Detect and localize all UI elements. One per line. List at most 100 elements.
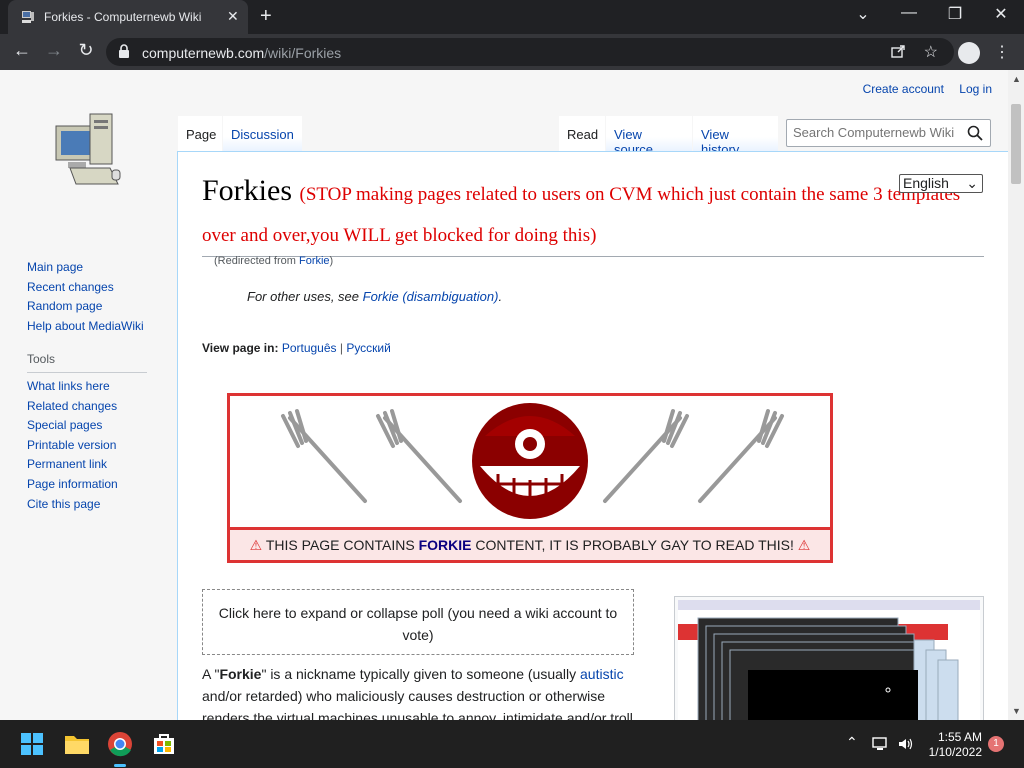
- hatnote-suffix: .: [498, 289, 503, 304]
- chrome-menu-icon[interactable]: ⋮: [994, 42, 1010, 62]
- view-in-label: View page in:: [202, 341, 279, 355]
- notification-badge[interactable]: 1: [988, 736, 1004, 752]
- sidebar-item-cite-this-page[interactable]: Cite this page: [27, 495, 147, 515]
- personal-tools: Create account Log in: [851, 82, 992, 96]
- browser-toolbar: ← → ↻ computernewb.com/wiki/Forkies ☆ ⋮: [0, 34, 1024, 70]
- new-tab-button[interactable]: +: [260, 5, 272, 28]
- sidebar-item-special-pages[interactable]: Special pages: [27, 416, 147, 436]
- sidebar-tools: What links here Related changes Special …: [27, 377, 147, 514]
- language-select-value: English: [903, 175, 949, 191]
- tab-view-history[interactable]: View history: [693, 116, 778, 157]
- back-arrow-icon[interactable]: ←: [10, 40, 34, 61]
- lang-link-portugues[interactable]: Português: [282, 341, 337, 355]
- scroll-up-icon[interactable]: ▲: [1012, 74, 1021, 84]
- sidebar-item-recent-changes[interactable]: Recent changes: [27, 278, 147, 298]
- content-area: Forkies (STOP making pages related to us…: [177, 151, 1008, 720]
- address-bar[interactable]: computernewb.com/wiki/Forkies ☆: [106, 38, 954, 66]
- page-scrollbar[interactable]: ▲ ▼: [1008, 70, 1024, 720]
- share-icon[interactable]: [890, 43, 906, 59]
- sidebar-item-permanent-link[interactable]: Permanent link: [27, 455, 147, 475]
- reload-icon[interactable]: ↻: [74, 40, 98, 61]
- page-title: Forkies (STOP making pages related to us…: [202, 172, 984, 257]
- bookmark-star-icon[interactable]: ☆: [924, 42, 938, 62]
- restore-button[interactable]: ❐: [940, 4, 970, 24]
- thumbnail-image: [678, 600, 980, 720]
- banner-forkie-link[interactable]: FORKIE: [419, 537, 472, 553]
- hatnote: For other uses, see Forkie (disambiguati…: [247, 289, 502, 304]
- poll-toggle[interactable]: Click here to expand or collapse poll (y…: [202, 589, 634, 655]
- sidebar-nav: Main page Recent changes Random page Hel…: [27, 258, 147, 336]
- intro-c: and/or retarded) who maliciously causes …: [202, 688, 633, 720]
- sidebar-item-random-page[interactable]: Random page: [27, 297, 147, 317]
- redirect-note: (Redirected from Forkie): [214, 255, 333, 267]
- sidebar-item-main-page[interactable]: Main page: [27, 258, 147, 278]
- sidebar-item-what-links-here[interactable]: What links here: [27, 377, 147, 397]
- profile-avatar-icon[interactable]: [958, 42, 980, 64]
- banner-text-after: CONTENT, IT IS PROBABLY GAY TO READ THIS…: [471, 537, 794, 553]
- windows-start-icon[interactable]: [16, 728, 48, 760]
- warning-triangle-icon: ⚠: [249, 537, 263, 553]
- url-text: computernewb.com/wiki/Forkies: [142, 45, 341, 61]
- redirect-prefix: (Redirected from: [214, 255, 299, 267]
- tab-discussion[interactable]: Discussion: [223, 116, 302, 151]
- sidebar-item-related-changes[interactable]: Related changes: [27, 397, 147, 417]
- intro-paragraph: A "Forkie" is a nickname typically given…: [202, 663, 642, 720]
- banner-text-before: THIS PAGE CONTAINS: [265, 537, 419, 553]
- chevron-down-icon: ⌄: [966, 175, 978, 191]
- volume-icon[interactable]: [897, 736, 913, 752]
- lang-link-russian[interactable]: Русский: [346, 341, 391, 355]
- sidebar-item-printable-version[interactable]: Printable version: [27, 436, 147, 456]
- clock-time: 1:55 AM: [937, 730, 982, 744]
- autistic-link[interactable]: autistic: [580, 666, 624, 682]
- tab-page[interactable]: Page: [178, 116, 222, 151]
- scrollbar-thumb[interactable]: [1011, 104, 1021, 184]
- sidebar-item-page-information[interactable]: Page information: [27, 475, 147, 495]
- intro-bold: Forkie: [219, 666, 262, 682]
- search-icon[interactable]: [967, 125, 983, 141]
- redirect-link[interactable]: Forkie: [299, 255, 330, 267]
- tools-heading: Tools: [27, 350, 147, 373]
- minimize-button[interactable]: —: [894, 4, 924, 22]
- tab-search-icon[interactable]: ⌄: [848, 4, 878, 24]
- page-title-text: Forkies: [202, 174, 292, 207]
- network-icon[interactable]: [872, 736, 890, 752]
- lock-icon: [119, 44, 129, 58]
- chrome-icon[interactable]: [104, 728, 136, 760]
- tab-read[interactable]: Read: [559, 116, 605, 151]
- scroll-down-icon[interactable]: ▼: [1012, 706, 1021, 716]
- warning-triangle-icon: ⚠: [797, 537, 811, 553]
- tab-title: Forkies - Computernewb Wiki: [44, 10, 202, 24]
- system-clock[interactable]: 1:55 AM 1/10/2022: [922, 730, 982, 760]
- sidebar-item-help[interactable]: Help about MediaWiki: [27, 317, 147, 337]
- store-icon[interactable]: [148, 728, 180, 760]
- sidebar: Main page Recent changes Random page Hel…: [27, 258, 147, 514]
- screenshot-thumbnail[interactable]: [674, 596, 984, 720]
- chevron-up-icon[interactable]: ⌃: [846, 734, 858, 751]
- close-window-button[interactable]: ✕: [986, 4, 1016, 24]
- title-warning: (STOP making pages related to users on C…: [202, 184, 961, 246]
- tab-close-icon[interactable]: ✕: [227, 8, 239, 25]
- wiki-page: Create account Log in Main page Recent c…: [0, 70, 1008, 720]
- browser-titlebar: Forkies - Computernewb Wiki ✕ + ⌄ — ❐ ✕: [0, 0, 1024, 34]
- file-explorer-icon[interactable]: [61, 728, 93, 760]
- active-app-indicator: [114, 764, 126, 767]
- forkie-warning-banner: ⚠ THIS PAGE CONTAINS FORKIE CONTENT, IT …: [227, 393, 833, 563]
- url-domain: computernewb.com: [142, 45, 265, 61]
- search-input[interactable]: [793, 125, 963, 140]
- browser-tab[interactable]: Forkies - Computernewb Wiki ✕: [8, 0, 248, 34]
- wiki-logo-computer-icon[interactable]: [48, 106, 128, 196]
- view-page-in: View page in: Português | Русский: [202, 341, 391, 355]
- intro-a: A ": [202, 666, 220, 682]
- search-box[interactable]: [786, 119, 991, 147]
- redirect-suffix: ): [329, 255, 334, 267]
- url-path: /wiki/Forkies: [264, 45, 342, 61]
- forward-arrow-icon[interactable]: →: [42, 40, 66, 61]
- hatnote-link[interactable]: Forkie (disambiguation): [363, 289, 499, 304]
- create-account-link[interactable]: Create account: [863, 82, 944, 96]
- tab-view-source[interactable]: View source: [606, 116, 692, 157]
- windows-taskbar: ⌃ 1:55 AM 1/10/2022 1: [0, 720, 1024, 768]
- banner-message: ⚠ THIS PAGE CONTAINS FORKIE CONTENT, IT …: [230, 527, 830, 560]
- clock-date: 1/10/2022: [928, 745, 982, 759]
- language-select[interactable]: English ⌄: [899, 174, 983, 193]
- log-in-link[interactable]: Log in: [959, 82, 992, 96]
